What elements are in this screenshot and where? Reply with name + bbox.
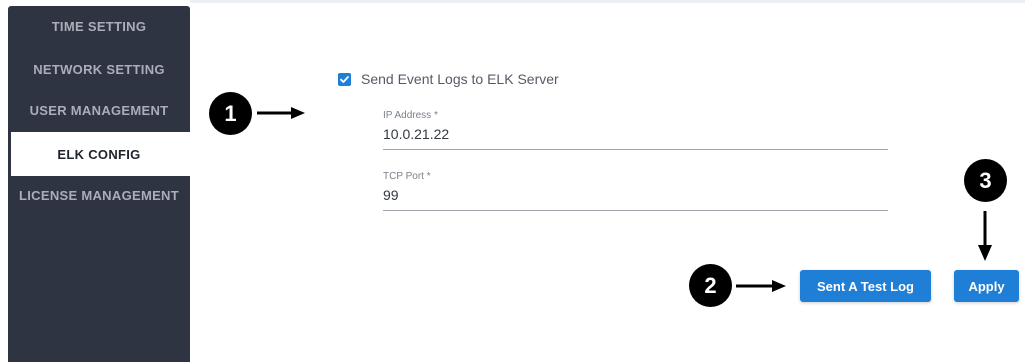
sidebar-item-label: TIME SETTING [51, 18, 147, 34]
sidebar-item-user-management[interactable]: USER MANAGEMENT [8, 95, 190, 125]
send-logs-label: Send Event Logs to ELK Server [361, 71, 559, 87]
tcp-port-field[interactable]: TCP Port * 99 [383, 171, 888, 211]
sidebar: TIME SETTING NETWORK SETTING USER MANAGE… [8, 6, 190, 362]
sidebar-item-label: NETWORK SETTING [33, 61, 165, 77]
right-arrow-icon [257, 107, 305, 119]
step-2-number: 2 [704, 272, 717, 298]
sidebar-item-network-setting[interactable]: NETWORK SETTING [8, 54, 190, 84]
active-indicator [8, 132, 11, 176]
step-2-badge: 2 [689, 264, 732, 307]
checkmark-icon [340, 75, 349, 83]
sidebar-item-label: LICENSE MANAGEMENT [19, 187, 179, 203]
right-arrow-icon [736, 280, 786, 292]
step-1-badge: 1 [209, 92, 252, 135]
ip-address-label: IP Address * [383, 110, 438, 121]
sidebar-item-elk-config[interactable]: ELK CONFIG [8, 132, 190, 176]
ip-address-underline [383, 149, 888, 150]
apply-button[interactable]: Apply [954, 270, 1019, 302]
sidebar-item-label: USER MANAGEMENT [29, 102, 169, 118]
down-arrow-icon [978, 211, 992, 261]
step-1-number: 1 [224, 100, 237, 126]
send-logs-checkbox[interactable] [338, 72, 351, 86]
sidebar-item-license-management[interactable]: LICENSE MANAGEMENT [8, 180, 190, 210]
tcp-port-label: TCP Port * [383, 171, 431, 182]
tcp-port-underline [383, 210, 888, 211]
sent-test-log-button[interactable]: Sent A Test Log [800, 270, 931, 302]
step-3-number: 3 [979, 167, 992, 193]
top-divider [190, 0, 1025, 3]
ip-address-field[interactable]: IP Address * 10.0.21.22 [383, 110, 888, 150]
tcp-port-input[interactable]: 99 [383, 186, 888, 204]
step-3-badge: 3 [964, 159, 1007, 202]
sidebar-item-label: ELK CONFIG [57, 146, 141, 162]
ip-address-input[interactable]: 10.0.21.22 [383, 125, 888, 143]
send-logs-option: Send Event Logs to ELK Server [338, 70, 559, 88]
sidebar-item-time-setting[interactable]: TIME SETTING [8, 11, 190, 41]
